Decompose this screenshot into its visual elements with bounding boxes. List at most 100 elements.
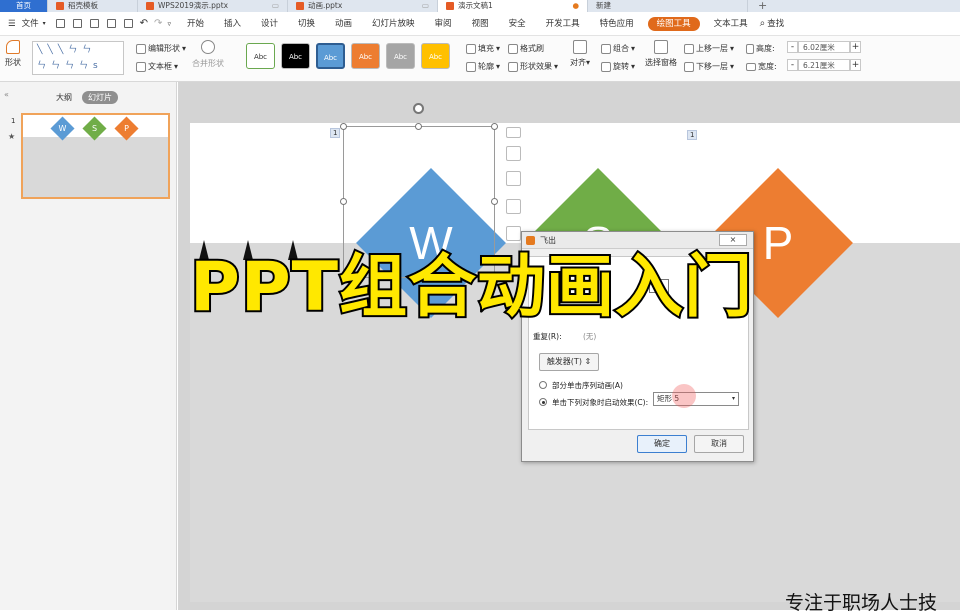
tab-home[interactable]: 首页	[0, 0, 48, 12]
height-plus-button[interactable]: +	[850, 41, 861, 53]
rotate-button[interactable]: 旋转 ▾	[601, 61, 635, 72]
bring-forward-label: 上移一层	[696, 44, 728, 53]
print-icon[interactable]	[89, 19, 99, 28]
dialog-title: 飞出	[540, 236, 556, 245]
menu-security[interactable]: 安全	[499, 12, 536, 36]
group-button[interactable]: 组合 ▾	[601, 43, 635, 54]
slide-panel: « 大纲 幻灯片 1 ★ W S P	[0, 82, 177, 610]
menu-view[interactable]: 视图	[462, 12, 499, 36]
menu-review[interactable]: 审阅	[425, 12, 462, 36]
menu-animation[interactable]: 动画	[325, 12, 362, 36]
layers-tool-icon[interactable]	[506, 171, 521, 186]
shape-style-tool-icon[interactable]	[506, 146, 521, 161]
align-button[interactable]: 对齐▾	[570, 40, 590, 68]
resize-handle[interactable]	[415, 123, 422, 130]
align-label: 对齐	[570, 58, 586, 67]
style-blue[interactable]: Abc	[316, 43, 345, 69]
menu-developer[interactable]: 开发工具	[536, 12, 590, 36]
thumb-letter-s: S	[91, 124, 98, 133]
width-input[interactable]: 6.21厘米	[798, 59, 850, 71]
radio-sequence[interactable]	[539, 381, 547, 389]
collapse-tool-icon[interactable]	[506, 127, 521, 138]
resize-handle[interactable]	[340, 123, 347, 130]
resize-handle[interactable]	[491, 123, 498, 130]
tab-presentation1[interactable]: 演示文稿1 ●	[438, 0, 588, 12]
menu-drawing-tools[interactable]: 绘图工具	[647, 16, 700, 31]
menu-text-tools[interactable]: 文本工具	[704, 12, 758, 36]
export-pdf-icon[interactable]	[72, 19, 82, 28]
slide-number: 1	[11, 117, 16, 125]
shape-effect-button[interactable]: 形状效果 ▾	[508, 61, 558, 72]
menu-file[interactable]: 文件	[18, 12, 43, 36]
format-icon[interactable]	[123, 19, 133, 28]
tab-templates[interactable]: 稻壳模板	[48, 0, 138, 12]
menu-hamburger-icon[interactable]: ☰	[6, 12, 18, 36]
tab-wps2019[interactable]: WPS2019演示.pptx ▭	[138, 0, 288, 12]
textbox-button[interactable]: 文本框 ▾	[136, 61, 178, 72]
tab-slides[interactable]: 幻灯片	[82, 91, 118, 104]
customize-icon[interactable]: ▿	[167, 20, 171, 28]
trigger-button[interactable]: 触发器(T) ⇕	[539, 353, 599, 371]
tab-animation[interactable]: 动画.pptx ▭	[288, 0, 438, 12]
menu-features[interactable]: 特色应用	[590, 12, 644, 36]
mouse-cursor-icon	[672, 384, 696, 408]
resize-handle[interactable]	[340, 198, 347, 205]
style-black[interactable]: Abc	[281, 43, 310, 69]
radio-click-object[interactable]	[539, 398, 547, 406]
height-minus-button[interactable]: -	[787, 41, 798, 53]
cancel-button[interactable]: 取消	[694, 435, 744, 453]
menu-slideshow[interactable]: 幻灯片放映	[362, 12, 425, 36]
selection-pane-button[interactable]: 选择窗格	[645, 40, 677, 68]
chevron-down-icon: ▾	[730, 62, 735, 71]
tab-outline[interactable]: 大纲	[56, 92, 72, 103]
redo-icon[interactable]: ↷	[154, 18, 162, 29]
drawing-tools-ribbon: 形状 ╲╲╲ㄣㄣ ㄣㄣㄣㄣs 编辑形状 ▾ 文本框 ▾ 合并形状 Abc Abc Ab…	[0, 36, 960, 82]
menu-design[interactable]: 设计	[251, 12, 288, 36]
send-backward-button[interactable]: 下移一层 ▾	[684, 61, 734, 72]
chevron-down-icon[interactable]: ▾	[43, 20, 46, 27]
ok-button[interactable]: 确定	[637, 435, 687, 453]
width-plus-button[interactable]: +	[850, 59, 861, 71]
tab-templates-label: 稻壳模板	[68, 1, 98, 10]
style-orange[interactable]: Abc	[351, 43, 380, 69]
menu-search[interactable]: 查找	[765, 12, 794, 36]
fill-button[interactable]: 填充 ▾	[466, 43, 500, 54]
outline-button[interactable]: 轮廓 ▾	[466, 61, 500, 72]
outline-label: 轮廓	[478, 62, 494, 71]
width-minus-button[interactable]: -	[787, 59, 798, 71]
rotate-handle-icon[interactable]	[413, 103, 424, 114]
add-tab-button[interactable]: +	[748, 0, 777, 12]
style-white[interactable]: Abc	[246, 43, 275, 69]
line-shape-gallery[interactable]: ╲╲╲ㄣㄣ ㄣㄣㄣㄣs	[32, 41, 124, 75]
style-gray[interactable]: Abc	[386, 43, 415, 69]
slide-thumbnail[interactable]: W S P	[21, 113, 170, 199]
edit-shape-icon	[136, 43, 146, 54]
style-yellow[interactable]: Abc	[421, 43, 450, 69]
tab-new[interactable]: 新建	[588, 0, 748, 12]
edit-shape-button[interactable]: 编辑形状 ▾	[136, 43, 186, 54]
undo-icon[interactable]: ↶	[140, 18, 148, 29]
repeat-value[interactable]: (无)	[583, 331, 596, 342]
shape-button[interactable]: 形状	[5, 40, 21, 68]
save-icon[interactable]	[55, 19, 65, 28]
print-preview-icon[interactable]	[106, 19, 116, 28]
unsaved-dot-icon: ●	[572, 1, 579, 10]
chevron-down-icon: ▾	[631, 44, 636, 53]
animation-tag: 1	[330, 128, 341, 138]
trigger-object-select[interactable]: 矩形 5 ▾	[653, 392, 739, 406]
menu-home[interactable]: 开始	[177, 12, 214, 36]
menu-transition[interactable]: 切换	[288, 12, 325, 36]
height-input[interactable]: 6.02厘米	[798, 41, 850, 53]
monitor-icon[interactable]: ▭	[272, 0, 279, 12]
tab-new-label: 新建	[596, 1, 611, 10]
eraser-tool-icon[interactable]	[506, 226, 521, 241]
collapse-panel-icon[interactable]: «	[4, 90, 9, 99]
merge-shape-button[interactable]: 合并形状	[192, 40, 224, 69]
dialog-close-button[interactable]: ×	[719, 234, 747, 246]
format-painter-button[interactable]: 格式刷	[508, 43, 544, 54]
bring-forward-button[interactable]: 上移一层 ▾	[684, 43, 734, 54]
pen-tool-icon[interactable]	[506, 199, 521, 214]
resize-handle[interactable]	[491, 198, 498, 205]
monitor-icon[interactable]: ▭	[422, 0, 429, 12]
menu-insert[interactable]: 插入	[214, 12, 251, 36]
